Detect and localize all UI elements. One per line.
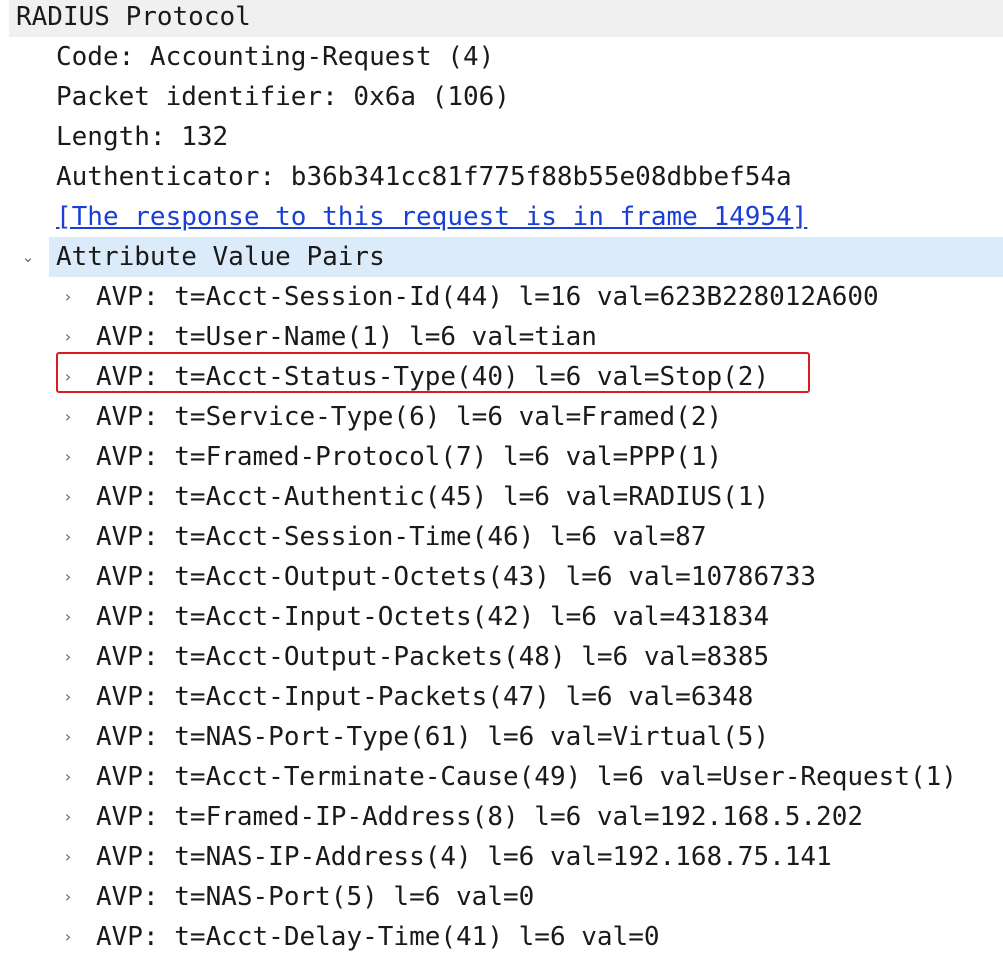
avp-row[interactable]: › AVP: t=Acct-Output-Packets(48) l=6 val=… — [0, 637, 1003, 677]
chevron-right-icon[interactable]: › — [58, 797, 78, 837]
packet-identifier-field: Packet identifier: 0x6a (106) — [56, 82, 510, 112]
length-field-row[interactable]: Length: 132 — [0, 117, 1003, 157]
avp-group-row[interactable]: ⌄ Attribute Value Pairs — [0, 237, 1003, 277]
avp-row-label: AVP: t=NAS-IP-Address(4) l=6 val=192.168… — [96, 842, 832, 872]
chevron-right-icon[interactable]: › — [58, 357, 78, 397]
avp-row-label: AVP: t=Framed-IP-Address(8) l=6 val=192.… — [96, 802, 864, 832]
packet-identifier-row[interactable]: Packet identifier: 0x6a (106) — [0, 77, 1003, 117]
avp-row-label: AVP: t=NAS-Port(5) l=6 val=0 — [96, 882, 535, 912]
authenticator-field: Authenticator: b36b341cc81f775f88b55e08d… — [56, 162, 792, 192]
avp-row[interactable]: › AVP: t=NAS-Port-Type(61) l=6 val=Virtua… — [0, 717, 1003, 757]
chevron-right-icon[interactable]: › — [58, 877, 78, 917]
code-field-row[interactable]: Code: Accounting-Request (4) — [0, 37, 1003, 77]
avp-row-label: AVP: t=Framed-Protocol(7) l=6 val=PPP(1) — [96, 442, 723, 472]
chevron-right-icon[interactable]: › — [58, 277, 78, 317]
radius-protocol-label: RADIUS Protocol — [16, 2, 251, 32]
chevron-down-icon[interactable]: ⌄ — [18, 237, 38, 277]
avp-group-selection: Attribute Value Pairs — [49, 237, 1003, 277]
response-link-row[interactable]: [The response to this request is in fram… — [0, 197, 1003, 237]
authenticator-row[interactable]: Authenticator: b36b341cc81f775f88b55e08d… — [0, 157, 1003, 197]
avp-row[interactable]: › AVP: t=Acct-Delay-Time(41) l=6 val=0 — [0, 917, 1003, 957]
chevron-right-icon[interactable]: › — [58, 837, 78, 877]
avp-row[interactable]: › AVP: t=Acct-Input-Octets(42) l=6 val=43… — [0, 597, 1003, 637]
length-field: Length: 132 — [56, 122, 229, 152]
chevron-right-icon[interactable]: › — [58, 397, 78, 437]
avp-row-label: AVP: t=Acct-Session-Time(46) l=6 val=87 — [96, 522, 707, 552]
avp-row-label: AVP: t=Acct-Input-Packets(47) l=6 val=63… — [96, 682, 754, 712]
radius-protocol-header[interactable]: RADIUS Protocol — [9, 0, 1003, 37]
avp-row-label: AVP: t=Acct-Authentic(45) l=6 val=RADIUS… — [96, 482, 770, 512]
chevron-right-icon[interactable]: › — [58, 317, 78, 357]
avp-row-label: AVP: t=Acct-Session-Id(44) l=16 val=623B… — [96, 282, 879, 312]
response-frame-link[interactable]: [The response to this request is in fram… — [56, 197, 807, 237]
avp-row-label: AVP: t=Acct-Output-Packets(48) l=6 val=8… — [96, 642, 770, 672]
avp-row-label: AVP: t=Service-Type(6) l=6 val=Framed(2) — [96, 402, 723, 432]
chevron-right-icon[interactable]: › — [58, 517, 78, 557]
chevron-right-icon[interactable]: › — [58, 757, 78, 797]
chevron-right-icon[interactable]: › — [58, 917, 78, 957]
avp-row[interactable]: › AVP: t=Acct-Input-Packets(47) l=6 val=6… — [0, 677, 1003, 717]
avp-row[interactable]: › AVP: t=Acct-Session-Time(46) l=6 val=87 — [0, 517, 1003, 557]
avp-row-label: AVP: t=Acct-Status-Type(40) l=6 val=Stop… — [96, 362, 770, 392]
code-field: Code: Accounting-Request (4) — [56, 42, 495, 72]
chevron-right-icon[interactable]: › — [58, 637, 78, 677]
avp-row[interactable]: › AVP: t=NAS-Port(5) l=6 val=0 — [0, 877, 1003, 917]
avp-group-label: Attribute Value Pairs — [56, 242, 385, 272]
avp-row[interactable]: › AVP: t=Acct-Output-Octets(43) l=6 val=1… — [0, 557, 1003, 597]
avp-row[interactable]: › AVP: t=Acct-Session-Id(44) l=16 val=623… — [0, 277, 1003, 317]
avp-row[interactable]: › AVP: t=User-Name(1) l=6 val=tian — [0, 317, 1003, 357]
chevron-right-icon[interactable]: › — [58, 437, 78, 477]
avp-row-label: AVP: t=Acct-Input-Octets(42) l=6 val=431… — [96, 602, 770, 632]
chevron-right-icon[interactable]: › — [58, 717, 78, 757]
avp-row[interactable]: › AVP: t=Acct-Terminate-Cause(49) l=6 val… — [0, 757, 1003, 797]
avp-row[interactable]: › AVP: t=Framed-IP-Address(8) l=6 val=192… — [0, 797, 1003, 837]
avp-row-label: AVP: t=NAS-Port-Type(61) l=6 val=Virtual… — [96, 722, 770, 752]
avp-row[interactable]: › AVP: t=Acct-Authentic(45) l=6 val=RADIU… — [0, 477, 1003, 517]
chevron-right-icon[interactable]: › — [58, 557, 78, 597]
chevron-right-icon[interactable]: › — [58, 677, 78, 717]
avp-row[interactable]: › AVP: t=Acct-Status-Type(40) l=6 val=Sto… — [0, 357, 1003, 397]
avp-row-label: AVP: t=Acct-Terminate-Cause(49) l=6 val=… — [96, 762, 957, 792]
avp-row-label: AVP: t=Acct-Delay-Time(41) l=6 val=0 — [96, 922, 660, 952]
chevron-right-icon[interactable]: › — [58, 597, 78, 637]
avp-row-label: AVP: t=User-Name(1) l=6 val=tian — [96, 322, 597, 352]
avp-row-label: AVP: t=Acct-Output-Octets(43) l=6 val=10… — [96, 562, 817, 592]
avp-row[interactable]: › AVP: t=Service-Type(6) l=6 val=Framed(2… — [0, 397, 1003, 437]
avp-row[interactable]: › AVP: t=Framed-Protocol(7) l=6 val=PPP(1… — [0, 437, 1003, 477]
avp-row[interactable]: › AVP: t=NAS-IP-Address(4) l=6 val=192.16… — [0, 837, 1003, 877]
chevron-right-icon[interactable]: › — [58, 477, 78, 517]
